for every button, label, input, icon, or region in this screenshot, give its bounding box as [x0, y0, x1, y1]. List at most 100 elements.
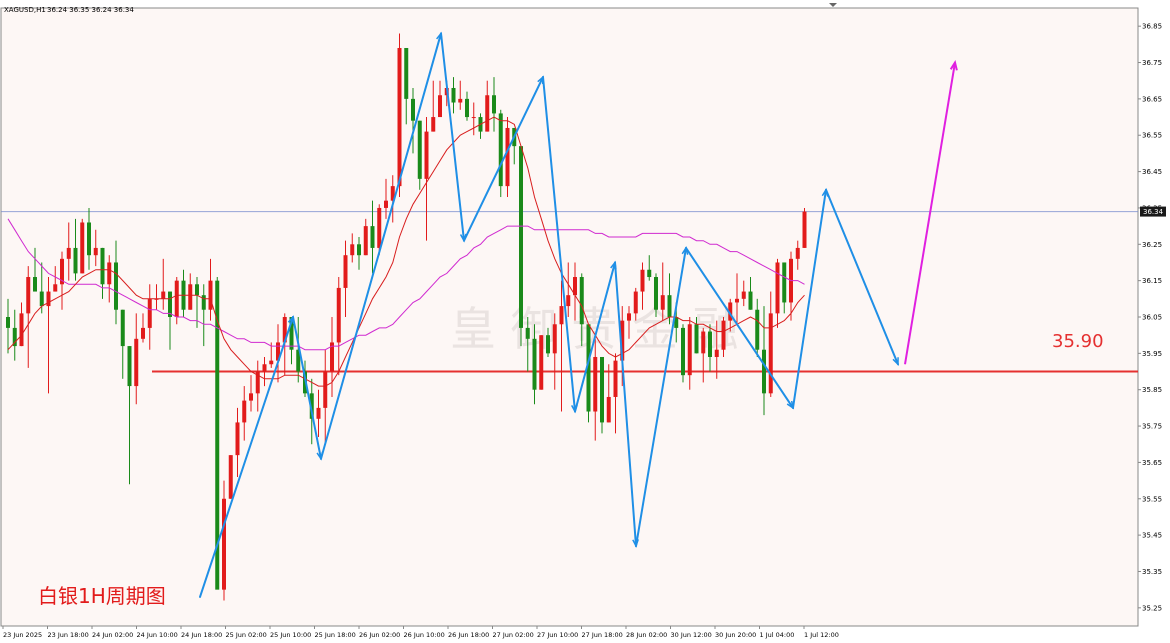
candle-body [384, 200, 388, 208]
candle-body [681, 327, 685, 376]
candle [586, 324, 591, 423]
candle-body [417, 120, 422, 179]
price-chart[interactable]: 皇 御 贵 金 融 35.2535.3535.4535.5535.6535.75… [0, 0, 1170, 643]
candle-body [120, 309, 125, 347]
ohlc-readout: 36.24 36.35 36.24 36.34 [47, 6, 134, 14]
time-tick-label: 24 Jun 10:00 [137, 631, 178, 639]
candle-body [741, 291, 746, 299]
candle-body [485, 95, 490, 132]
candle-body [80, 222, 85, 274]
candle-body [161, 291, 166, 299]
candle-body [701, 331, 706, 354]
chart-caption: 白银1H周期图 [38, 584, 166, 608]
candle-body [492, 95, 496, 114]
candle-body [323, 371, 328, 408]
candle-body [762, 349, 766, 394]
candle-body [647, 269, 652, 278]
candle-body [404, 47, 409, 99]
candle-body [721, 320, 726, 350]
candle-body [147, 298, 152, 328]
candle-body [201, 295, 206, 310]
candle-body [566, 295, 571, 307]
candle [681, 324, 685, 383]
candle-body [795, 247, 800, 259]
price-tick-label: 35.65 [1142, 459, 1162, 467]
price-tick-label: 35.45 [1142, 532, 1162, 540]
time-tick-label: 26 Jun 02:00 [359, 631, 400, 639]
price-tick-label: 36.25 [1142, 241, 1162, 249]
time-tick-label: 23 Jun 18:00 [48, 631, 89, 639]
price-tick-label: 36.45 [1142, 168, 1162, 176]
candle-body [107, 262, 112, 285]
time-tick-label: 24 Jun 02:00 [92, 631, 133, 639]
current-price-badge-text: 36.34 [1143, 208, 1164, 216]
time-tick-label: 28 Jun 02:00 [626, 631, 667, 639]
candle [600, 356, 604, 434]
candle-body [438, 95, 442, 118]
candle-body [269, 360, 274, 365]
candle-body [424, 131, 429, 179]
candle-body [53, 284, 58, 292]
candle-body [627, 313, 631, 321]
time-tick-label: 30 Jun 12:00 [671, 631, 712, 639]
candle-body [411, 98, 415, 121]
candle-body [505, 127, 510, 187]
candle-body [87, 222, 91, 256]
candle-body [802, 211, 807, 248]
price-tick-label: 36.15 [1142, 277, 1162, 285]
candle-body [377, 207, 382, 248]
candle-body [525, 327, 530, 339]
time-tick-label: 25 Jun 02:00 [226, 631, 267, 639]
candle [228, 455, 233, 499]
candle-body [93, 247, 98, 256]
candle-body [640, 269, 645, 292]
price-tick-label: 36.05 [1142, 314, 1162, 322]
candle-body [654, 277, 658, 310]
candle-body [559, 306, 564, 325]
candle-body [539, 335, 544, 390]
candle-body [127, 346, 132, 387]
candle-body [357, 244, 361, 256]
candle-body [465, 98, 469, 118]
time-tick-label: 27 Jun 10:00 [537, 631, 578, 639]
support-level-label: 35.90 [1052, 331, 1104, 352]
candle-body [748, 291, 753, 310]
time-tick-label: 26 Jun 10:00 [404, 631, 445, 639]
price-tick-label: 36.75 [1142, 59, 1162, 67]
candle-body [600, 356, 604, 423]
candle-body [593, 356, 598, 412]
candle-body [714, 349, 719, 357]
symbol-label: XAGUSD,H1 [4, 6, 46, 14]
candle-body [19, 313, 24, 347]
candle-body [46, 291, 51, 307]
candle-body [613, 360, 618, 397]
candle-body [262, 364, 267, 372]
candle [519, 146, 523, 347]
candle-body [431, 117, 436, 132]
candle [498, 109, 503, 198]
candle-body [73, 247, 78, 274]
candle-body [343, 255, 348, 288]
time-tick-label: 25 Jun 10:00 [270, 631, 311, 639]
time-tick-label: 30 Jun 20:00 [715, 631, 756, 639]
candle-body [768, 313, 773, 394]
candle-body [579, 277, 584, 325]
candle-body [471, 117, 476, 119]
candle-body [735, 298, 739, 303]
candle-body [546, 335, 550, 354]
candle-body [451, 87, 456, 103]
time-tick-label: 26 Jun 18:00 [448, 631, 489, 639]
candle-body [708, 331, 712, 357]
price-tick-label: 36.85 [1142, 23, 1162, 31]
price-tick-label: 35.25 [1142, 604, 1162, 612]
candle-body [397, 47, 402, 187]
candle-body [114, 262, 118, 310]
candle-body [316, 407, 321, 419]
candle-body [660, 295, 665, 310]
candle [80, 218, 85, 274]
price-tick-label: 36.55 [1142, 132, 1162, 140]
candle-body [552, 324, 557, 354]
candle-body [667, 295, 672, 317]
candle-body [755, 309, 760, 350]
candle-body [606, 396, 611, 423]
